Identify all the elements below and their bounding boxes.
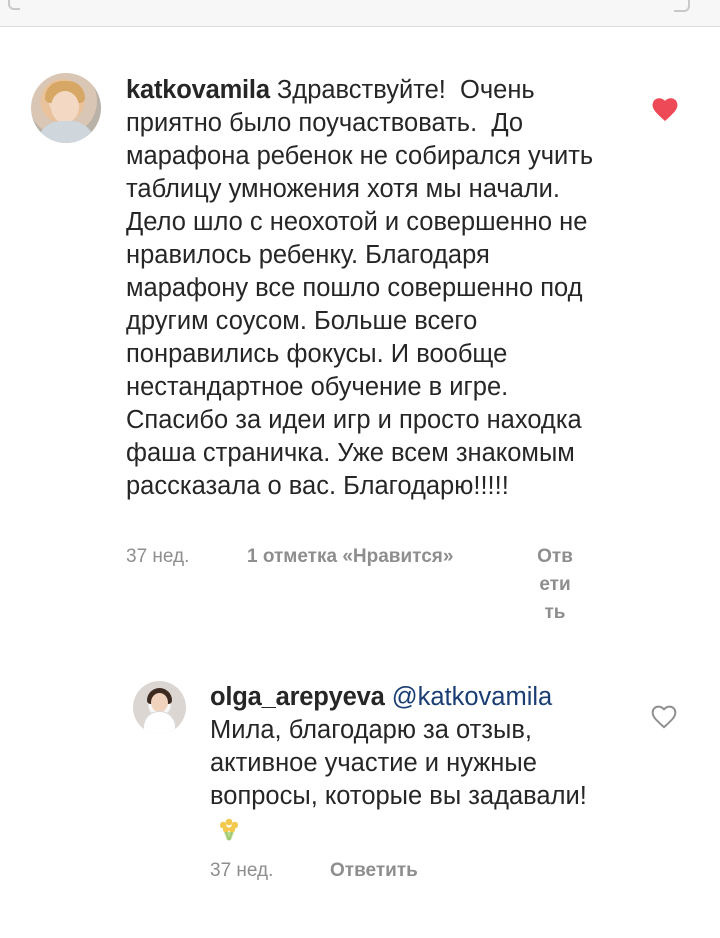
reply-time: 37 нед.: [210, 860, 274, 881]
avatar-shirt: [37, 121, 95, 143]
reply-button[interactable]: Ответить: [330, 859, 418, 883]
avatar-face: [151, 693, 168, 712]
corner-shape-right: [674, 0, 690, 12]
mention-link[interactable]: @katkovamila: [392, 683, 553, 711]
comment-body: olga_arepyeva @katkovamila Мила, благодар…: [210, 681, 610, 846]
comment-text: Здравствуйте! Очень приятно было поучаст…: [126, 76, 601, 500]
comment-body: katkovamila Здравствуйте! Очень приятно …: [126, 74, 606, 503]
comment-time: 37 нед.: [126, 546, 190, 567]
bouquet-emoji: [219, 818, 239, 841]
comment-item: katkovamila Здравствуйте! Очень приятно …: [126, 74, 606, 503]
username[interactable]: olga_arepyeva: [210, 683, 385, 711]
likes-count[interactable]: 1 отметка «Нравится»: [247, 545, 453, 569]
reply-button[interactable]: Отв ети ть: [535, 543, 575, 627]
corner-shape-left: [8, 0, 20, 10]
avatar-olga-arepyeva[interactable]: [133, 681, 186, 734]
comment-text: Мила, благодарю за отзыв, активное участ…: [210, 716, 587, 810]
heart-outline-icon[interactable]: [651, 705, 677, 729]
avatar-face: [51, 91, 79, 123]
heart-filled-icon[interactable]: [652, 98, 678, 122]
top-strip: [0, 0, 720, 27]
reply-comment-item: olga_arepyeva @katkovamila Мила, благодар…: [210, 681, 610, 846]
avatar-katkovamila[interactable]: [31, 73, 101, 143]
avatar-dress: [143, 711, 176, 734]
username[interactable]: katkovamila: [126, 76, 270, 104]
